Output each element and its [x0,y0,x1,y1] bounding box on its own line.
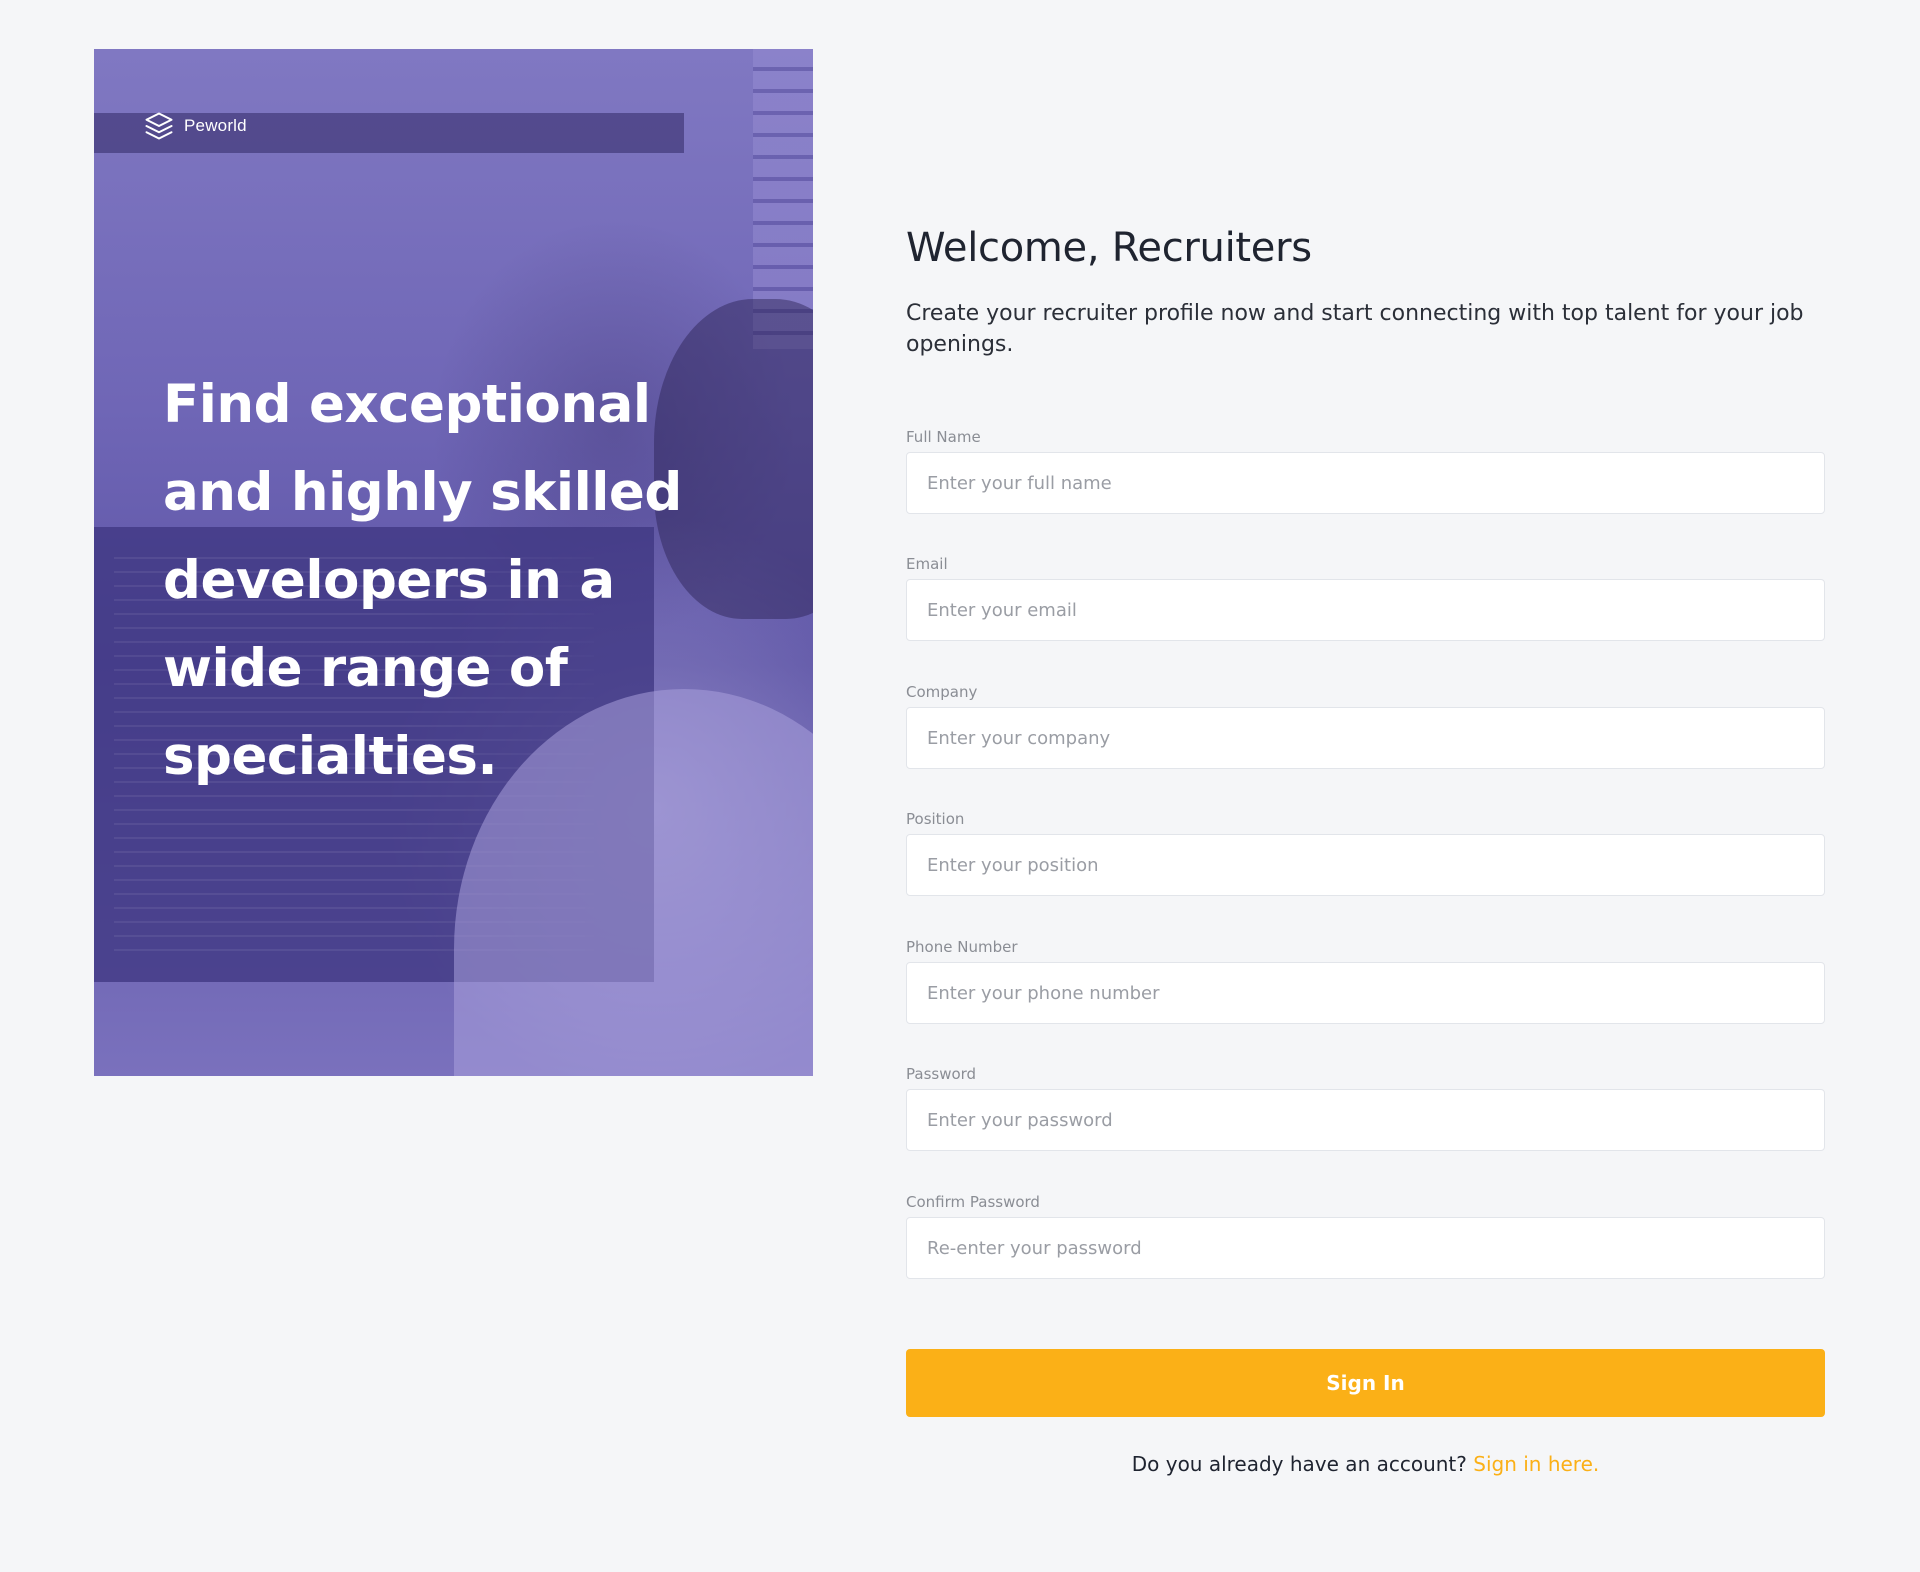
confirm-password-input[interactable] [906,1217,1825,1279]
full-name-input[interactable] [906,452,1825,514]
full-name-label: Full Name [906,428,981,446]
company-label: Company [906,683,978,701]
layers-icon [145,112,173,140]
brand-logo[interactable]: Peworld [144,111,247,141]
email-label: Email [906,555,948,573]
hero-panel: Peworld Find exceptional and highly skil… [94,49,813,1076]
brand-name: Peworld [184,116,247,135]
email-input[interactable] [906,579,1825,641]
hero-headline: Find exceptional and highly skilled deve… [163,374,682,787]
confirm-password-label: Confirm Password [906,1193,1040,1211]
phone-number-input[interactable] [906,962,1825,1024]
account-prompt-text: Do you already have an account? [1131,1452,1467,1476]
sign-in-button[interactable]: Sign In [906,1349,1825,1417]
page-subtitle: Create your recruiter profile now and st… [906,301,1804,357]
account-prompt-line: Do you already have an account? Sign in … [906,1452,1825,1476]
password-input[interactable] [906,1089,1825,1151]
password-label: Password [906,1065,977,1083]
company-input[interactable] [906,707,1825,769]
page-title: Welcome, Recruiters [906,225,1312,271]
sign-in-link[interactable]: Sign in here. [1473,1452,1599,1476]
position-label: Position [906,810,965,828]
phone-number-label: Phone Number [906,938,1018,956]
position-input[interactable] [906,834,1825,896]
